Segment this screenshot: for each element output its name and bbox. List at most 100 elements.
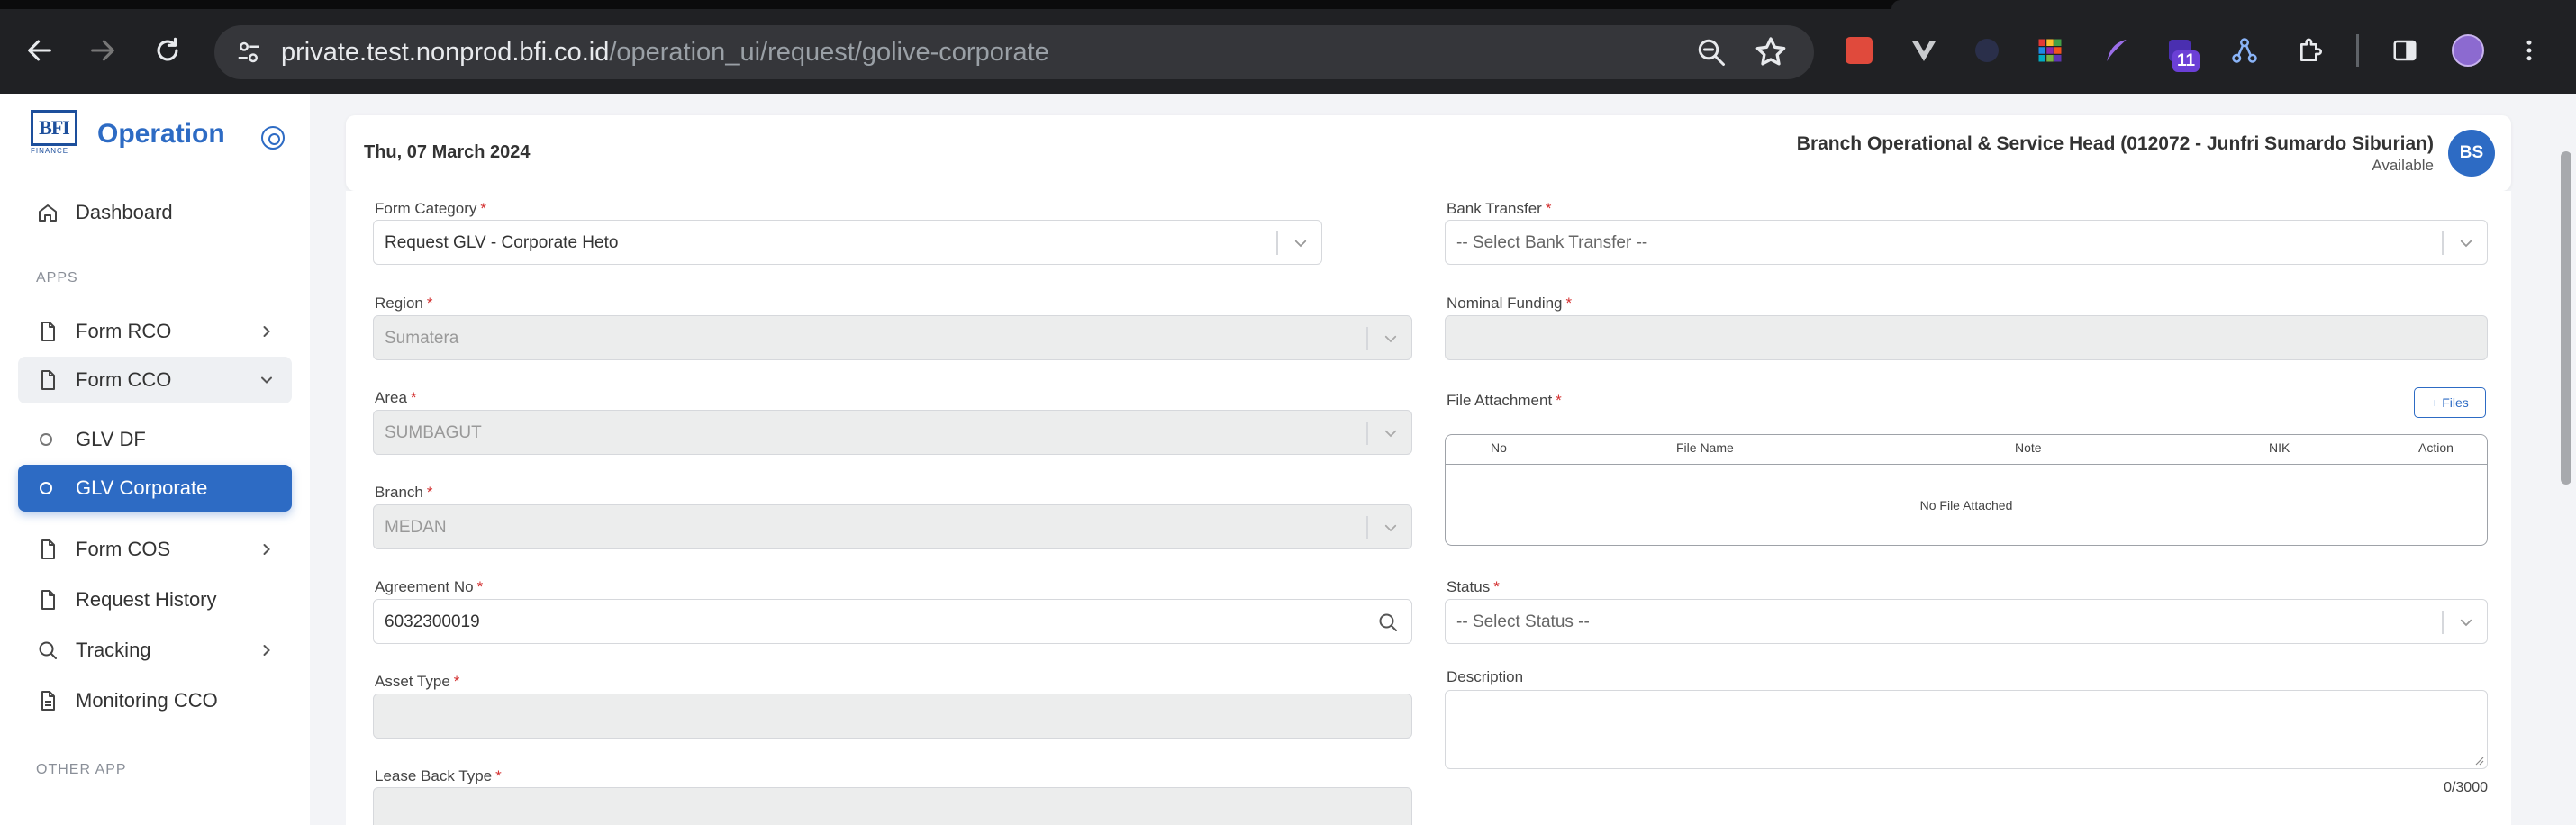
sidebar-item-form-rco[interactable]: Form RCO	[18, 308, 292, 355]
agreement-no-input[interactable]: 6032300019	[373, 599, 1412, 644]
profile-avatar-icon[interactable]	[2452, 34, 2484, 67]
extension-badge: 11	[2172, 50, 2200, 72]
sidebar-item-label: GLV DF	[76, 428, 146, 450]
file-icon	[36, 588, 59, 612]
asset-type-label: Asset Type *	[375, 673, 460, 690]
column-header-note: Note	[2015, 440, 2042, 455]
reload-button[interactable]	[148, 31, 187, 70]
search-icon[interactable]	[1377, 612, 1399, 633]
user-name: Branch Operational & Service Head (01207…	[1796, 133, 2434, 154]
region-value: Sumatera	[385, 329, 459, 348]
extension-vue-icon[interactable]	[1908, 34, 1940, 67]
extension-grid-icon[interactable]	[2034, 34, 2066, 67]
sidebar-item-tracking[interactable]: Tracking	[18, 627, 292, 674]
form-category-label: Form Category *	[375, 200, 486, 217]
bank-transfer-label: Bank Transfer *	[1447, 200, 1552, 217]
sidebar-item-form-cco[interactable]: Form CCO	[18, 357, 292, 403]
chevron-down-icon	[1384, 430, 1397, 438]
arrow-left-icon	[28, 40, 51, 61]
sidebar-item-label: GLV Corporate	[76, 476, 208, 499]
browser-chrome: private.test.nonprod.bfi.co.id/operation…	[0, 0, 2576, 94]
extension-dark-icon[interactable]	[1971, 34, 2003, 67]
chevron-right-icon	[263, 544, 270, 555]
extension-feather-icon[interactable]	[2100, 34, 2133, 67]
nominal-funding-input	[1445, 315, 2488, 360]
resize-grip-icon[interactable]	[2473, 755, 2484, 766]
bank-transfer-select[interactable]: -- Select Bank Transfer --	[1445, 220, 2488, 265]
file-icon	[36, 320, 59, 343]
logo-subtext: FINANCE	[31, 147, 69, 155]
form-category-select[interactable]: Request GLV - Corporate Heto	[373, 220, 1322, 265]
page-scrollbar[interactable]	[2556, 94, 2576, 825]
circle-icon	[40, 433, 52, 446]
arrow-right-icon	[91, 40, 114, 61]
lease-back-type-label: Lease Back Type *	[375, 767, 502, 784]
toolbar-separator	[2356, 34, 2359, 67]
bank-transfer-placeholder: -- Select Bank Transfer --	[1456, 233, 1648, 252]
column-header-file-name: File Name	[1676, 440, 1734, 455]
chrome-menu-icon[interactable]	[2513, 34, 2545, 67]
region-label: Region *	[375, 295, 433, 312]
chevron-down-icon	[2460, 240, 2472, 248]
sidebar-item-label: Dashboard	[76, 201, 173, 223]
chevron-down-icon	[1384, 335, 1397, 343]
address-bar[interactable]: private.test.nonprod.bfi.co.id/operation…	[214, 25, 1814, 79]
file-icon	[36, 538, 59, 561]
avatar[interactable]: BS	[2448, 130, 2495, 177]
status-placeholder: -- Select Status --	[1456, 612, 1590, 631]
sidebar-item-label: Request History	[76, 588, 217, 611]
area-value: SUMBAGUT	[385, 423, 482, 442]
sidebar-item-label: Monitoring CCO	[76, 689, 218, 712]
section-apps: APPS	[36, 270, 78, 286]
area-label: Area *	[375, 389, 417, 406]
form-category-value: Request GLV - Corporate Heto	[385, 233, 619, 252]
branch-label: Branch *	[375, 484, 433, 501]
sidebar-item-glv-df[interactable]: GLV DF	[18, 416, 292, 463]
zoom-icon[interactable]	[1695, 36, 1728, 68]
agreement-no-value: 6032300019	[385, 612, 480, 631]
sidebar-item-request-history[interactable]: Request History	[18, 576, 292, 623]
sidebar-item-dashboard[interactable]: Dashboard	[18, 189, 292, 236]
empty-state-text: No File Attached	[1919, 498, 2013, 512]
sidebar-item-monitoring-cco[interactable]: Monitoring CCO	[18, 677, 292, 724]
add-files-button[interactable]: + Files	[2414, 387, 2486, 418]
table-header-divider	[1446, 464, 2487, 465]
status-label: Status *	[1447, 578, 1500, 595]
site-info-button[interactable]	[231, 34, 267, 70]
sidebar-item-form-cos[interactable]: Form COS	[18, 526, 292, 573]
sidebar-item-label: Tracking	[76, 639, 151, 661]
chevron-right-icon	[263, 645, 270, 656]
file-icon	[36, 368, 59, 392]
sidebar-item-label: Form CCO	[76, 368, 172, 391]
circle-icon	[40, 482, 52, 494]
file-attachment-table: No File Name Note NIK Action No File Att…	[1445, 434, 2488, 546]
search-icon	[36, 639, 59, 662]
forward-button[interactable]	[83, 31, 122, 70]
side-panel-icon[interactable]	[2389, 34, 2421, 67]
reload-icon	[157, 37, 178, 61]
extension-network-icon[interactable]	[2228, 34, 2261, 67]
branch-value: MEDAN	[385, 518, 447, 537]
area-select: SUMBAGUT	[373, 410, 1412, 455]
agreement-no-label: Agreement No *	[375, 578, 484, 595]
chevron-down-icon	[261, 376, 272, 384]
description-textarea[interactable]	[1445, 690, 2488, 769]
sidebar-item-glv-corporate[interactable]: GLV Corporate	[18, 465, 292, 512]
tune-icon	[238, 41, 259, 63]
scrollbar-thumb[interactable]	[2561, 151, 2571, 485]
nominal-funding-label: Nominal Funding *	[1447, 295, 1573, 312]
sidebar-toggle-icon[interactable]	[261, 126, 285, 150]
column-header-nik: NIK	[2269, 440, 2290, 455]
status-select[interactable]: -- Select Status --	[1445, 599, 2488, 644]
chevron-down-icon	[2460, 619, 2472, 627]
url-host: private.test.nonprod.bfi.co.id	[281, 38, 610, 67]
extensions-puzzle-icon[interactable]	[2295, 34, 2327, 67]
back-button[interactable]	[20, 31, 59, 70]
description-label: Description	[1447, 668, 1524, 685]
section-other-app: OTHER APP	[36, 762, 127, 777]
url-text[interactable]: private.test.nonprod.bfi.co.id/operation…	[281, 38, 1049, 67]
bookmark-star-icon[interactable]	[1753, 34, 1789, 70]
sidebar: BFI FINANCE Operation Dashboard APPS For…	[0, 94, 310, 825]
sidebar-item-label: Form COS	[76, 538, 171, 560]
extension-red-icon[interactable]	[1843, 34, 1875, 67]
